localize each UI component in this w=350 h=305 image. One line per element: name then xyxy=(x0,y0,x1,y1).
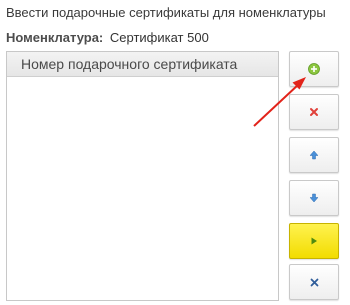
arrow-down-icon xyxy=(309,193,319,203)
plus-circle-icon xyxy=(308,63,320,75)
execute-button[interactable] xyxy=(289,223,339,259)
play-icon xyxy=(311,237,317,245)
nomenclature-row: Номенклатура: Сертификат 500 xyxy=(6,30,209,45)
move-down-button[interactable] xyxy=(289,180,339,216)
certificates-table[interactable]: Номер подарочного сертификата xyxy=(6,51,279,301)
gift-certificates-dialog: Ввести подарочные сертификаты для номенк… xyxy=(0,0,350,305)
move-up-button[interactable] xyxy=(289,137,339,173)
add-button[interactable] xyxy=(289,51,339,87)
dialog-title: Ввести подарочные сертификаты для номенк… xyxy=(6,5,326,20)
red-cross-icon xyxy=(310,108,318,116)
close-button[interactable] xyxy=(289,264,339,300)
nomenclature-value: Сертификат 500 xyxy=(109,30,209,45)
table-body[interactable] xyxy=(7,77,278,300)
nomenclature-label: Номенклатура: xyxy=(6,30,104,45)
arrow-up-icon xyxy=(309,150,319,160)
delete-button[interactable] xyxy=(289,94,339,130)
column-header-certificate-number[interactable]: Номер подарочного сертификата xyxy=(7,52,278,77)
close-icon xyxy=(310,278,318,286)
